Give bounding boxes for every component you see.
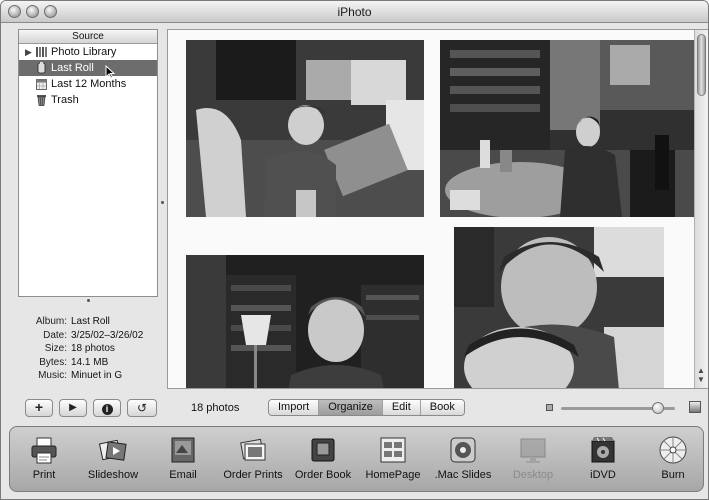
trash-icon <box>37 95 46 106</box>
album-info-panel: Album: Last Roll Date: 3/25/02–3/26/02 Siz… <box>19 315 161 383</box>
large-thumbnail-icon <box>689 401 701 413</box>
tool-label: Print <box>32 469 56 481</box>
window-title: iPhoto <box>337 5 372 19</box>
photo-browser: ▲ ▼ <box>167 29 708 389</box>
source-item-label: Last 12 Months <box>51 78 127 90</box>
slideshow-icon <box>98 439 127 461</box>
source-item-label: Trash <box>51 94 79 106</box>
print-tool[interactable]: Print <box>6 435 82 481</box>
add-album-button[interactable]: + <box>25 399 53 417</box>
photo-count: 18 photos <box>191 402 240 414</box>
photo-thumbnail[interactable] <box>454 227 664 388</box>
idvd-icon <box>591 437 615 463</box>
source-item-trash[interactable]: Trash <box>19 92 157 108</box>
printer-icon <box>31 437 57 464</box>
scroll-thumb[interactable] <box>697 34 706 96</box>
source-item-label: Last Roll <box>51 62 94 74</box>
tool-label: Burn <box>661 469 685 481</box>
mac-slides-tool[interactable]: .Mac Slides <box>425 435 501 481</box>
burn-tool[interactable]: Burn <box>635 435 708 481</box>
photo-image <box>186 40 424 217</box>
order-prints-tool[interactable]: Order Prints <box>215 435 291 481</box>
desktop-icon <box>520 438 546 463</box>
zoom-slider-knob[interactable] <box>651 402 664 414</box>
album-bytes: 14.1 MB <box>71 356 109 368</box>
title-bar[interactable]: iPhoto <box>1 1 708 23</box>
album-size: 18 photos <box>71 343 115 354</box>
calendar-icon <box>36 79 47 90</box>
info-button[interactable]: i <box>93 399 121 417</box>
burn-icon <box>659 436 687 464</box>
info-splitter[interactable] <box>87 299 90 302</box>
mode-selector[interactable]: Import Organize Edit Book <box>268 399 465 416</box>
photo-image <box>454 227 664 388</box>
photo-thumbnail[interactable] <box>440 40 694 217</box>
rotate-button[interactable]: ↺ <box>127 399 157 417</box>
slideshow-tool[interactable]: Slideshow <box>75 435 151 481</box>
photo-image <box>186 255 424 388</box>
album-music: Minuet in G <box>71 370 123 381</box>
info-label: Date: <box>43 329 67 341</box>
info-icon: i <box>101 404 113 415</box>
mouse-cursor-icon <box>105 65 115 79</box>
info-label: Size: <box>44 343 67 354</box>
mode-book[interactable]: Book <box>420 400 464 415</box>
tool-label: Slideshow <box>87 469 139 481</box>
disclosure-triangle-icon[interactable]: ▶ <box>25 44 32 60</box>
source-header: Source <box>19 30 157 44</box>
photo-image <box>440 40 694 217</box>
info-label: Music: <box>38 370 67 381</box>
source-list: Source ▶ Photo Library Last Roll Last 12… <box>18 29 158 297</box>
tool-label: iDVD <box>590 469 616 481</box>
photo-thumbnail[interactable] <box>186 40 424 217</box>
album-date: 3/25/02–3/26/02 <box>71 329 144 341</box>
tool-label: Desktop <box>512 469 554 481</box>
scroll-arrows[interactable]: ▲ ▼ <box>697 366 705 384</box>
desktop-tool: Desktop <box>495 435 571 481</box>
idvd-tool[interactable]: iDVD <box>565 435 641 481</box>
email-tool[interactable]: Email <box>145 435 221 481</box>
iphoto-window: iPhoto Source ▶ Photo Library Last Roll <box>0 0 709 500</box>
film-roll-icon <box>37 62 46 74</box>
order-prints-icon <box>240 438 266 461</box>
homepage-tool[interactable]: HomePage <box>355 435 431 481</box>
tool-label: Order Prints <box>223 469 283 481</box>
source-item-photo-library[interactable]: ▶ Photo Library <box>19 44 157 60</box>
order-book-tool[interactable]: Order Book <box>285 435 361 481</box>
small-thumbnail-icon <box>546 404 553 411</box>
library-icon <box>36 47 47 57</box>
source-item-last-roll[interactable]: Last Roll <box>19 60 157 76</box>
album-name: Last Roll <box>71 316 110 327</box>
tool-label: Email <box>169 469 197 481</box>
info-label: Album: <box>35 316 67 327</box>
tool-label: HomePage <box>365 469 421 481</box>
photo-thumbnail[interactable] <box>186 255 424 388</box>
vertical-scrollbar[interactable]: ▲ ▼ <box>694 30 708 388</box>
organize-toolbar: Print Slideshow Email Order Prints Order… <box>9 426 704 492</box>
homepage-icon <box>380 437 406 463</box>
play-slideshow-button[interactable]: ▶ <box>59 399 87 417</box>
order-book-icon <box>311 438 335 462</box>
mac-slides-icon <box>450 437 476 463</box>
source-item-label: Photo Library <box>51 46 117 58</box>
pane-splitter[interactable] <box>161 201 164 204</box>
tool-label: Order Book <box>294 469 352 481</box>
mode-import[interactable]: Import <box>269 400 320 415</box>
tool-label: .Mac Slides <box>434 469 492 481</box>
info-label: Bytes: <box>39 356 67 368</box>
email-icon <box>171 437 195 463</box>
mode-organize[interactable]: Organize <box>319 400 383 415</box>
mode-edit[interactable]: Edit <box>382 400 421 415</box>
source-item-last-12-months[interactable]: Last 12 Months <box>19 76 157 92</box>
